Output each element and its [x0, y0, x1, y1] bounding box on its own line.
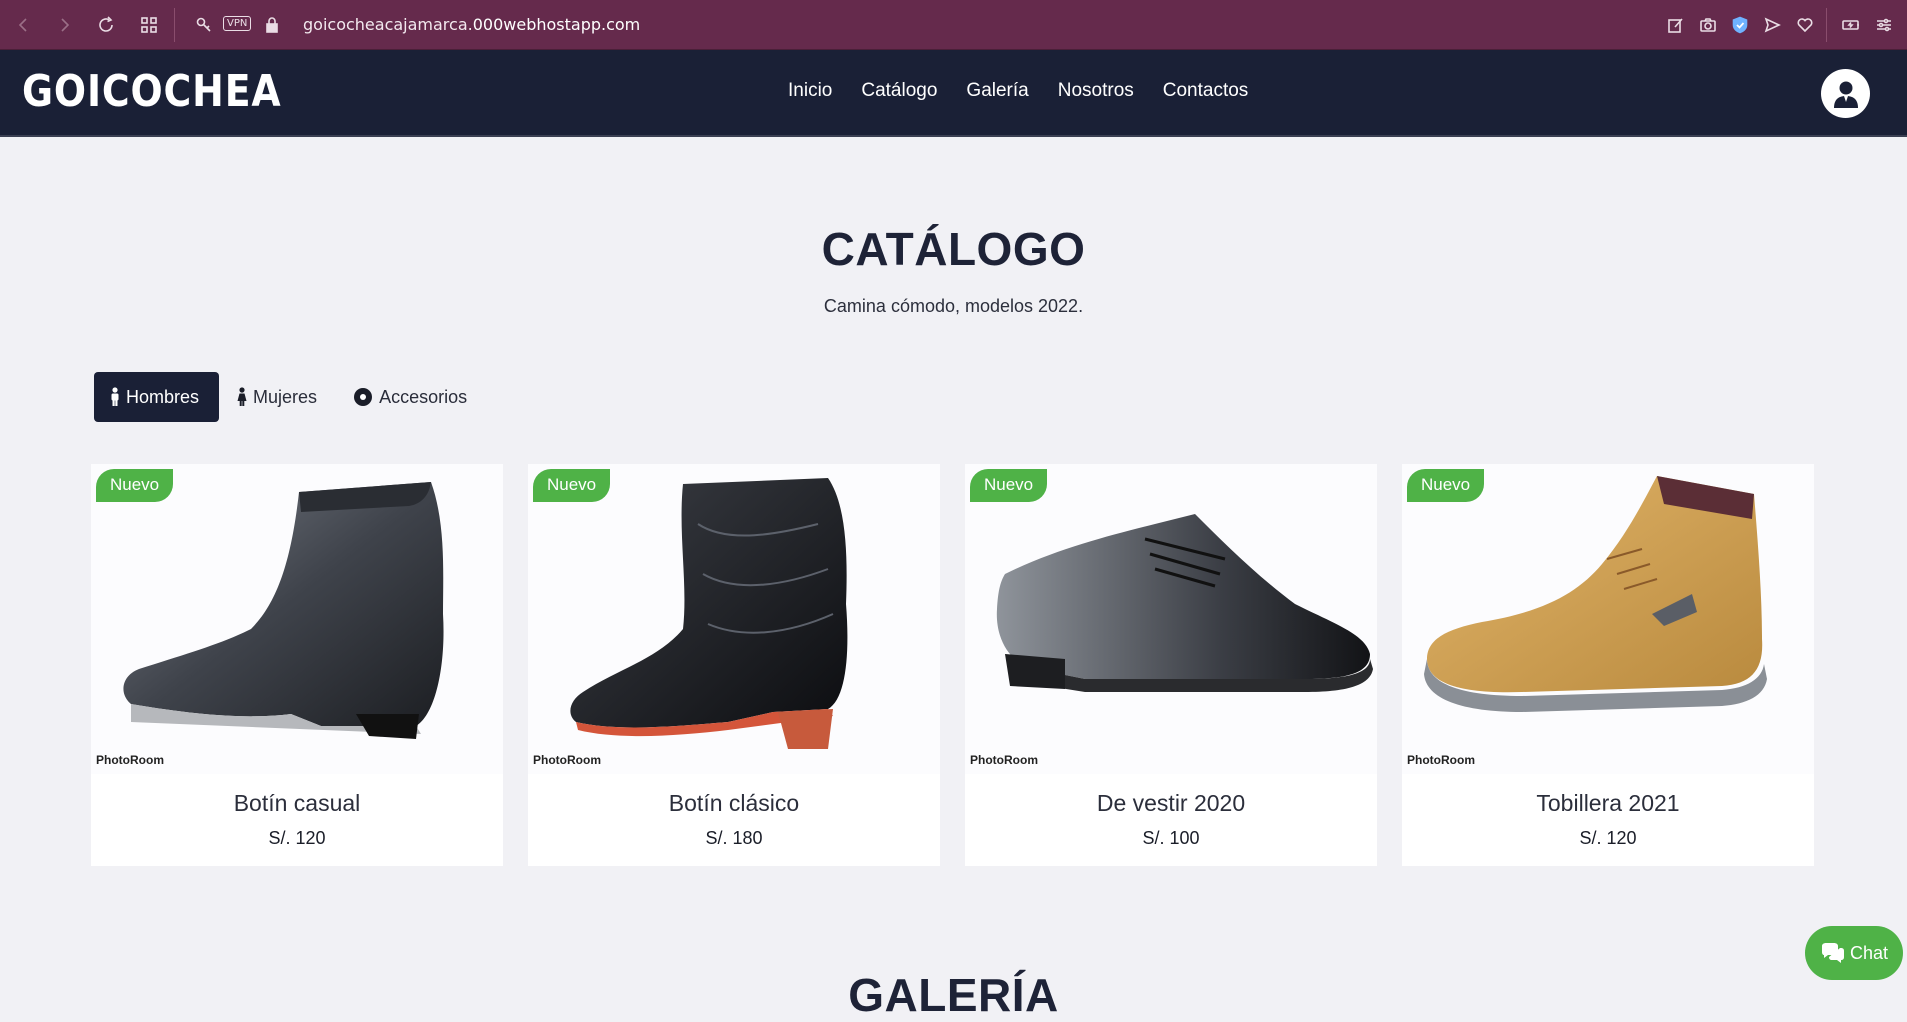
new-badge: Nuevo: [533, 469, 611, 502]
chat-label: Chat: [1849, 942, 1889, 963]
chat-bubbles-icon: [1821, 943, 1844, 963]
photoroom-watermark: PhotoRoom: [970, 753, 1038, 767]
product-image[interactable]: [528, 464, 940, 774]
site-header: GOICOCHEA Inicio Catálogo Galería Nosotr…: [0, 50, 1907, 137]
record-icon: [354, 388, 373, 406]
catalog-subtitle: Camina cómodo, modelos 2022.: [823, 296, 1084, 316]
toolbar-divider: [174, 8, 175, 42]
user-icon: [1833, 81, 1858, 108]
tab-mujeres-label: Mujeres: [253, 386, 318, 407]
product-name[interactable]: De vestir 2020: [965, 790, 1377, 817]
product-name[interactable]: Tobillera 2021: [1402, 790, 1814, 817]
product-price: S/. 180: [705, 828, 763, 848]
product-card[interactable]: Nuevo PhotoRoom Botín casual S/. 120: [91, 464, 503, 866]
tab-accesorios[interactable]: Accesorios: [335, 372, 485, 422]
product-card[interactable]: Nuevo PhotoRoom Tobillera 2021 S/. 120: [1402, 464, 1814, 866]
nav-nosotros[interactable]: Nosotros: [1058, 80, 1134, 102]
product-name[interactable]: Botín clásico: [528, 790, 940, 817]
heart-icon[interactable]: [1793, 13, 1817, 37]
key-icon[interactable]: [192, 13, 216, 37]
nav-contactos[interactable]: Contactos: [1163, 80, 1249, 102]
product-card[interactable]: Nuevo PhotoRoom De vestir 2020 S/. 100: [965, 464, 1377, 866]
back-icon[interactable]: [12, 13, 36, 37]
catalog-title: CATÁLOGO: [821, 223, 1086, 275]
male-icon: [111, 387, 119, 406]
main-nav: Inicio Catálogo Galería Nosotros Contact…: [788, 80, 1248, 102]
url-prefix: goicocheacajamarca.: [303, 15, 473, 34]
female-icon: [237, 387, 247, 406]
brand-logo[interactable]: GOICOCHEA: [22, 66, 282, 117]
url-domain: 000webhostapp.com: [472, 15, 641, 34]
tabs-grid-icon[interactable]: [137, 13, 161, 37]
tab-hombres-label: Hombres: [126, 386, 200, 407]
address-bar[interactable]: goicocheacajamarca.000webhostapp.com: [303, 15, 640, 34]
toolbar-divider: [1826, 8, 1827, 42]
product-image[interactable]: [965, 464, 1377, 774]
photoroom-watermark: PhotoRoom: [533, 753, 601, 767]
new-badge: Nuevo: [970, 469, 1048, 502]
shield-icon[interactable]: [1728, 13, 1752, 37]
photoroom-watermark: PhotoRoom: [96, 753, 164, 767]
cowboy-boot-image: [570, 478, 848, 749]
chat-button[interactable]: Chat: [1805, 926, 1903, 980]
product-price: S/. 100: [1142, 828, 1200, 848]
camera-icon[interactable]: [1696, 13, 1720, 37]
product-price: S/. 120: [1579, 828, 1637, 848]
send-icon[interactable]: [1760, 13, 1784, 37]
user-avatar[interactable]: [1821, 69, 1870, 118]
product-card[interactable]: Nuevo PhotoRoom Botín clásico S/. 180: [528, 464, 940, 866]
tab-mujeres[interactable]: Mujeres: [219, 372, 335, 422]
product-image[interactable]: [91, 464, 503, 774]
new-badge: Nuevo: [1407, 469, 1485, 502]
ankle-boot-image: [123, 482, 444, 739]
product-image[interactable]: [1402, 464, 1814, 774]
tab-accesorios-label: Accesorios: [379, 386, 468, 407]
forward-icon[interactable]: [52, 13, 76, 37]
nav-galeria[interactable]: Galería: [966, 80, 1028, 102]
nav-inicio[interactable]: Inicio: [788, 80, 832, 102]
edit-icon[interactable]: [1664, 13, 1688, 37]
battery-icon[interactable]: [1839, 13, 1863, 37]
gallery-title: GALERÍA: [848, 969, 1059, 1021]
category-tabs: Hombres Mujeres Accesorios: [94, 372, 485, 422]
nav-catalogo[interactable]: Catálogo: [861, 80, 937, 102]
tab-hombres[interactable]: Hombres: [94, 372, 220, 422]
vpn-badge[interactable]: VPN: [223, 16, 252, 31]
browser-toolbar: VPN goicocheacajamarca.000webhostapp.com: [0, 0, 1907, 50]
product-name[interactable]: Botín casual: [91, 790, 503, 817]
photoroom-watermark: PhotoRoom: [1407, 753, 1475, 767]
product-grid: Nuevo PhotoRoom Botín casual S/. 120 Nue…: [91, 464, 1814, 866]
dress-shoe-image: [996, 514, 1373, 692]
tan-ankle-boot-image: [1424, 476, 1767, 712]
reload-icon[interactable]: [94, 13, 118, 37]
lock-icon: [260, 13, 284, 37]
new-badge: Nuevo: [96, 469, 174, 502]
product-price: S/. 120: [268, 828, 326, 848]
settings-sliders-icon[interactable]: [1872, 13, 1896, 37]
